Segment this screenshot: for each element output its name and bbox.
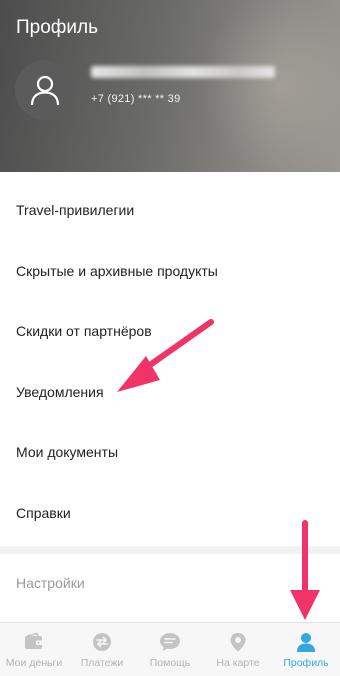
bottom-tab-bar: Мои деньги Платежи Помощь На карте Профи… <box>0 622 340 676</box>
map-pin-icon <box>230 633 246 652</box>
page-title: Профиль <box>16 17 99 38</box>
tab-help[interactable]: Помощь <box>136 623 204 676</box>
wallet-icon <box>25 632 43 649</box>
menu-item-partner-discounts[interactable]: Скидки от партнёров <box>0 301 340 362</box>
menu-item-label: Мои документы <box>16 444 119 461</box>
tab-profile[interactable]: Профиль <box>272 623 340 676</box>
menu-item-label: Уведомления <box>16 383 104 400</box>
tab-label: Помощь <box>149 657 191 669</box>
menu-item-label: Скрытые и архивные продукты <box>16 262 218 279</box>
tab-payments[interactable]: Платежи <box>68 623 136 676</box>
menu-item-label: Скидки от партнёров <box>16 323 152 340</box>
menu-item-label: Travel-привилегии <box>16 202 135 219</box>
tab-label: Мои деньги <box>5 657 63 669</box>
menu-item-certificates[interactable]: Справки <box>0 483 340 544</box>
tab-label: Профиль <box>283 657 329 669</box>
user-phone: +7 (921) *** ** 39 <box>91 93 181 105</box>
tab-label: Платежи <box>80 657 124 669</box>
menu-item-notifications[interactable]: Уведомления <box>0 362 340 423</box>
profile-icon <box>297 633 315 652</box>
tab-my-money[interactable]: Мои деньги <box>0 623 68 676</box>
tab-map[interactable]: На карте <box>204 623 272 676</box>
menu-item-label: Справки <box>16 504 71 521</box>
section-divider <box>0 546 340 554</box>
settings-item[interactable]: Настройки <box>16 575 85 591</box>
menu-item-documents[interactable]: Мои документы <box>0 422 340 483</box>
avatar[interactable] <box>15 60 75 120</box>
profile-menu: Travel-привилегии Скрытые и архивные про… <box>0 180 340 543</box>
menu-item-hidden-products[interactable]: Скрытые и архивные продукты <box>0 241 340 302</box>
transfer-icon <box>93 633 111 651</box>
user-name-blurred <box>91 66 275 78</box>
menu-item-travel[interactable]: Travel-привилегии <box>0 180 340 241</box>
chat-icon <box>160 633 180 651</box>
tab-label: На карте <box>216 657 260 669</box>
profile-header: Профиль +7 (921) *** ** 39 <box>0 0 340 172</box>
user-icon <box>30 75 60 106</box>
